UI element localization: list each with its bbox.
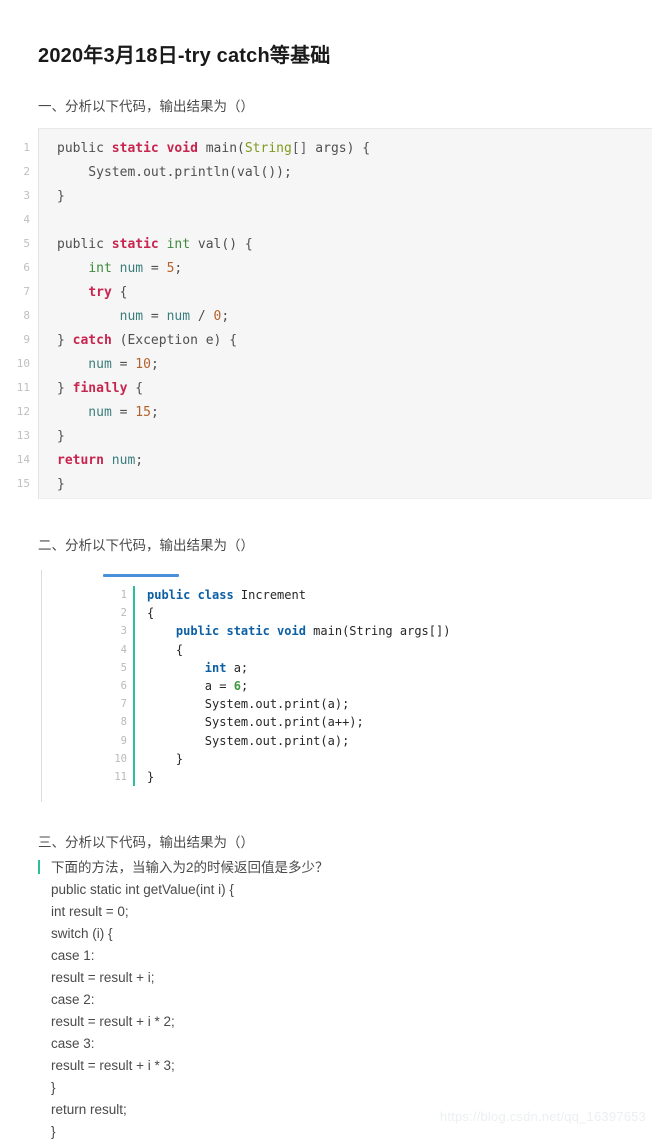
line-number: 11 [16,381,30,394]
line-number: 15 [16,477,30,490]
text-line: 下面的方法，当输入为2的时候返回值是多少？ [51,860,329,875]
text-line: case 2: [51,992,95,1007]
line-number: 10 [114,752,127,765]
text-line: case 3: [51,1036,95,1051]
code-line: public static void main(String[] args) { [57,141,371,156]
line-number: 7 [23,285,30,298]
line-number: 4 [120,643,127,656]
code-line: a = 6; [147,679,249,694]
section-three-text: 下面的方法，当输入为2的时候返回值是多少？ public static int … [0,833,652,1143]
code-line: System.out.print(a); [147,697,350,712]
code-line: } [147,751,184,766]
text-line: } [51,1124,56,1139]
code-block-two-line-numbers: 1 2 3 4 5 6 7 8 9 10 11 [103,586,133,786]
code-block-two-separator [133,586,135,787]
line-number: 13 [16,429,30,442]
line-number: 4 [23,213,30,226]
line-number: 11 [114,771,127,784]
code-block-two: 1 2 3 4 5 6 7 8 9 10 11 public class Inc… [103,586,450,787]
code-line: } catch (Exception e) { [57,333,238,348]
code-line: } [57,189,65,204]
line-number: 5 [23,237,30,250]
line-number: 1 [120,589,127,601]
code-line: return num; [57,453,144,468]
section-heading-two: 二、分析以下代码，输出结果为（） [38,538,254,553]
watermark: https://blog.csdn.net/qq_16397653 [439,1109,646,1124]
text-line: result = result + i; [51,970,155,985]
line-number: 12 [16,405,30,418]
line-number: 6 [120,680,127,693]
line-number: 14 [16,453,30,466]
text-line: switch (i) { [51,926,113,941]
line-number: 5 [120,661,127,674]
code-block-one-line-numbers: 1 2 3 4 5 6 7 8 9 10 11 12 13 14 15 [0,128,38,499]
code-line: public static int val() { [57,237,253,252]
code-line: } finally { [57,381,144,396]
line-number: 10 [16,357,30,370]
code-line: num = 10; [57,357,159,372]
quote-mark-icon [38,860,40,874]
code-block-one-content[interactable]: public static void main(String[] args) {… [38,128,652,499]
text-line: public static int getValue(int i) { [51,882,234,897]
text-line: } [51,1080,56,1095]
text-line: int result = 0; [51,904,129,919]
line-number: 9 [120,734,127,747]
code-line: public static void main(String args[]) [175,624,451,639]
code-block-one: 1 2 3 4 5 6 7 8 9 10 11 12 13 14 15 publ… [0,128,652,499]
section-three-body: 下面的方法，当输入为2的时候返回值是多少？ public static int … [0,833,652,1143]
code-line: { [147,606,155,621]
blockquote-bar [41,570,42,802]
line-number: 9 [23,333,30,346]
code-line: System.out.print(a++); [147,715,364,730]
text-line: result = result + i * 3; [51,1058,175,1073]
code-line: num = num / 0; [57,309,230,324]
text-line: case 1: [51,948,95,963]
line-number: 7 [120,698,127,711]
section-heading-one: 一、分析以下代码，输出结果为（） [38,99,254,114]
line-number: 2 [120,607,127,620]
line-number: 1 [23,141,30,154]
section-two-body: 1 2 3 4 5 6 7 8 9 10 11 public class Inc… [0,562,652,807]
line-number: 8 [23,309,30,322]
line-number: 3 [23,189,30,202]
line-number: 2 [23,165,30,178]
code-line: int num = 5; [88,261,183,276]
code-line: int a; [204,660,249,675]
code-line: public class Increment [147,588,306,602]
page-title: 2020年3月18日-try catch等基础 [38,45,331,67]
code-line: num = 15; [57,405,159,420]
code-line: System.out.print(a); [147,733,350,748]
code-line: { [147,642,184,657]
text-line: result = result + i * 2; [51,1014,175,1029]
line-number: 3 [120,625,127,638]
code-line: try { [88,285,128,300]
code-line: System.out.println(val()); [57,165,292,180]
code-line: } [147,770,155,785]
line-number: 6 [23,261,30,274]
code-block-two-tab-bar[interactable] [103,574,179,577]
code-line: } [57,477,65,492]
code-block-two-content[interactable]: public class Increment { public static vo… [147,586,450,786]
line-number: 8 [120,716,127,729]
code-line: } [57,429,65,444]
